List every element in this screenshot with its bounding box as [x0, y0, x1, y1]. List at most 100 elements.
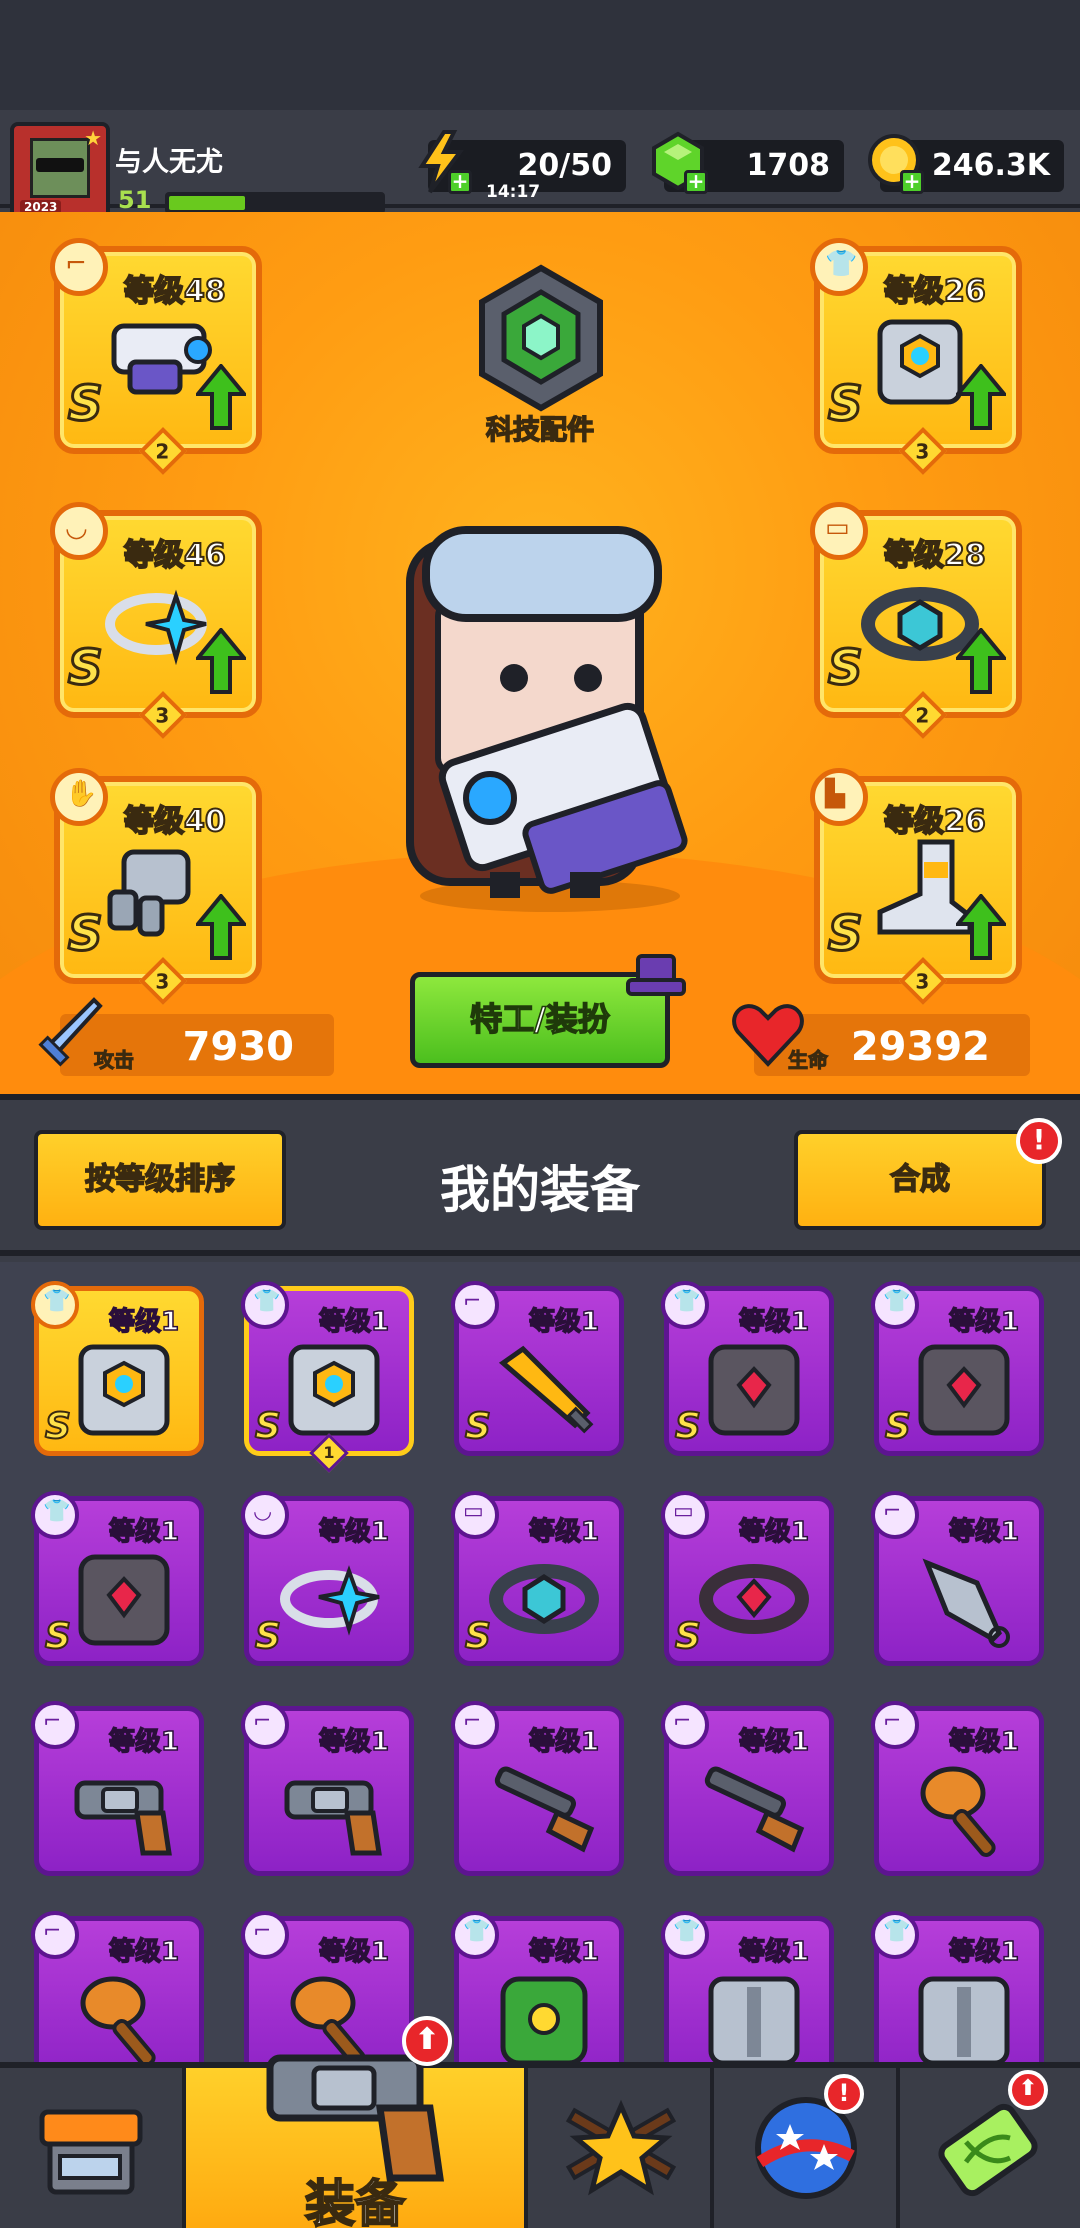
- equip-slot-boot[interactable]: ▙ 等级26 S 3: [810, 768, 1022, 1006]
- equipment-item[interactable]: ▭ 等级1 S: [451, 1491, 624, 1666]
- slot-rank: S: [67, 639, 105, 698]
- equip-slot-belt[interactable]: ▭ 等级28 S 2: [810, 502, 1022, 740]
- equipment-item[interactable]: ▭ 等级1 S: [661, 1491, 834, 1666]
- slot-rank: S: [827, 905, 865, 964]
- equip-slot-armor[interactable]: 👕 等级26 S 3: [810, 238, 1022, 476]
- equipment-item[interactable]: ⌐ 等级1: [31, 1911, 204, 2062]
- upgrade-arrow-icon: [196, 894, 246, 960]
- dark-armor-icon: [708, 1344, 800, 1436]
- slot-category-badge: ⌐: [50, 238, 108, 296]
- slot-category-badge: ✋: [50, 768, 108, 826]
- item-rank: S: [254, 1615, 282, 1658]
- weapon-icon: ⌐: [463, 1709, 482, 1734]
- add-gems-button[interactable]: +: [684, 170, 708, 194]
- attack-label: 攻击: [94, 1048, 135, 1073]
- equipment-inventory[interactable]: 👕 等级1 S 👕 等级1 S 1 ⌐ 等级1 S 👕 等级1 S 👕 等级1 S 👕 等级1 S ◡ 等级1 S ▭ 等级1…: [0, 1262, 1080, 2062]
- equipment-item[interactable]: 👕 等级1 S: [661, 1281, 834, 1456]
- boot-icon: ▙: [825, 779, 845, 809]
- avatar[interactable]: ★ 2023: [10, 122, 110, 222]
- merge-button[interactable]: 合成: [794, 1130, 1046, 1230]
- item-category-badge: ⌐: [241, 1701, 289, 1749]
- planet-alert-badge: !: [824, 2074, 864, 2114]
- equipment-item[interactable]: 👕 等级1 S: [31, 1491, 204, 1666]
- kunai-icon: [922, 1558, 1010, 1648]
- upgrade-arrow-icon: [956, 628, 1006, 694]
- necklace-icon: ◡: [253, 1499, 273, 1524]
- armor-icon: 👕: [253, 1289, 281, 1314]
- sword-icon: [498, 1345, 594, 1434]
- equipment-item[interactable]: 👕 等级1: [661, 1911, 834, 2062]
- item-category-badge: ◡: [241, 1491, 289, 1539]
- shop-icon: [39, 2109, 143, 2195]
- item-rank: S: [674, 1615, 702, 1658]
- slot-stars: 2: [898, 690, 948, 740]
- weapon-icon: ⌐: [463, 1289, 482, 1314]
- equipment-item[interactable]: ⌐ 等级1: [451, 1701, 624, 1876]
- slot-rank: S: [67, 375, 105, 434]
- equipment-item[interactable]: 👕 等级1: [451, 1911, 624, 2062]
- item-category-badge: ⌐: [241, 1911, 289, 1959]
- nav-tab-battle[interactable]: [528, 2068, 714, 2228]
- equipment-item[interactable]: ⌐ 等级1 S: [451, 1281, 624, 1456]
- nav-tab-shop[interactable]: [0, 2068, 186, 2228]
- equip-slot-necklace[interactable]: ◡ 等级46 S 3: [50, 502, 262, 740]
- item-rank: S: [674, 1405, 702, 1448]
- equipment-item[interactable]: 👕 等级1 S 1: [241, 1281, 414, 1473]
- dark-armor-icon: [918, 1344, 1010, 1436]
- hp-label: 生命: [788, 1048, 829, 1073]
- belt-icon: [489, 1564, 599, 1634]
- upgrade-arrow-icon: [956, 894, 1006, 960]
- hero-panel: ⌐ 等级48 S 2 ◡ 等级46 S 3 ✋ 等级40 S 3 👕 等级26 …: [0, 212, 1080, 1100]
- nav-tab-lab[interactable]: [900, 2068, 1080, 2228]
- equipment-upgrade-badge: ⬆: [402, 2016, 452, 2066]
- equipment-item[interactable]: ⌐ 等级1: [871, 1701, 1044, 1876]
- slot-stars: 2: [138, 426, 188, 476]
- item-category-badge: 👕: [241, 1281, 289, 1329]
- item-category-badge: 👕: [451, 1911, 499, 1959]
- equipment-item[interactable]: ⌐ 等级1: [661, 1701, 834, 1876]
- revolver-icon: [284, 1780, 382, 1856]
- coin-counter[interactable]: + 246.3K: [868, 134, 1064, 194]
- item-rank: S: [884, 1405, 912, 1448]
- item-category-badge: ⌐: [451, 1701, 499, 1749]
- xp-bar: [165, 192, 385, 214]
- item-category-badge: ⌐: [31, 1701, 79, 1749]
- slot-category-badge: ◡: [50, 502, 108, 560]
- tech-accessory-button[interactable]: [476, 264, 606, 424]
- equipment-item[interactable]: ⌐ 等级1: [241, 1701, 414, 1876]
- equipment-item[interactable]: 👕 等级1: [871, 1911, 1044, 2062]
- slot-stars: 3: [138, 690, 188, 740]
- leaf-armor-icon: [500, 1976, 588, 2062]
- equipment-item[interactable]: 👕 等级1 S: [31, 1281, 204, 1456]
- ring-icon: [280, 1565, 380, 1636]
- equip-slot-weapon[interactable]: ⌐ 等级48 S 2: [50, 238, 262, 476]
- weapon-icon: ⌐: [43, 1919, 62, 1944]
- club-icon: [80, 1976, 156, 2062]
- equipment-item[interactable]: ⌐ 等级1: [31, 1701, 204, 1876]
- lab-upgrade-badge: ⬆: [1008, 2070, 1048, 2110]
- add-energy-button[interactable]: +: [448, 170, 472, 194]
- star-swords-icon: [565, 2099, 677, 2196]
- club-icon: [920, 1766, 996, 1857]
- slot-rank: S: [67, 905, 105, 964]
- tech-accessory-label: 科技配件: [485, 414, 595, 447]
- equip-slot-glove[interactable]: ✋ 等级40 S 3: [50, 768, 262, 1006]
- equipment-item[interactable]: 👕 等级1 S: [871, 1281, 1044, 1456]
- item-category-badge: 👕: [871, 1911, 919, 1959]
- armor-icon: 👕: [463, 1919, 491, 1944]
- hp-stat: 生命 29392: [732, 1004, 1030, 1076]
- gem-counter[interactable]: + 1708: [652, 131, 844, 194]
- slot-rank: S: [827, 375, 865, 434]
- weapon-icon: ⌐: [673, 1709, 692, 1734]
- equipment-item[interactable]: ⌐ 等级1: [871, 1491, 1044, 1666]
- item-category-badge: 👕: [661, 1911, 709, 1959]
- equipment-item[interactable]: ◡ 等级1 S: [241, 1491, 414, 1666]
- gems-value: 1708: [746, 148, 831, 183]
- item-rank: S: [44, 1405, 72, 1448]
- armor-icon: 👕: [673, 1289, 701, 1314]
- top-header: ★ 2023 与人无尤 51 + 20/50 14:17 + 1708 + 24…: [0, 110, 1080, 222]
- steel-armor-icon: [918, 1976, 1010, 2062]
- add-coins-button[interactable]: +: [900, 170, 924, 194]
- nav-tab-planet[interactable]: [714, 2068, 900, 2228]
- bottom-nav: 装备 ⬆ ! ⬆: [0, 2016, 1080, 2228]
